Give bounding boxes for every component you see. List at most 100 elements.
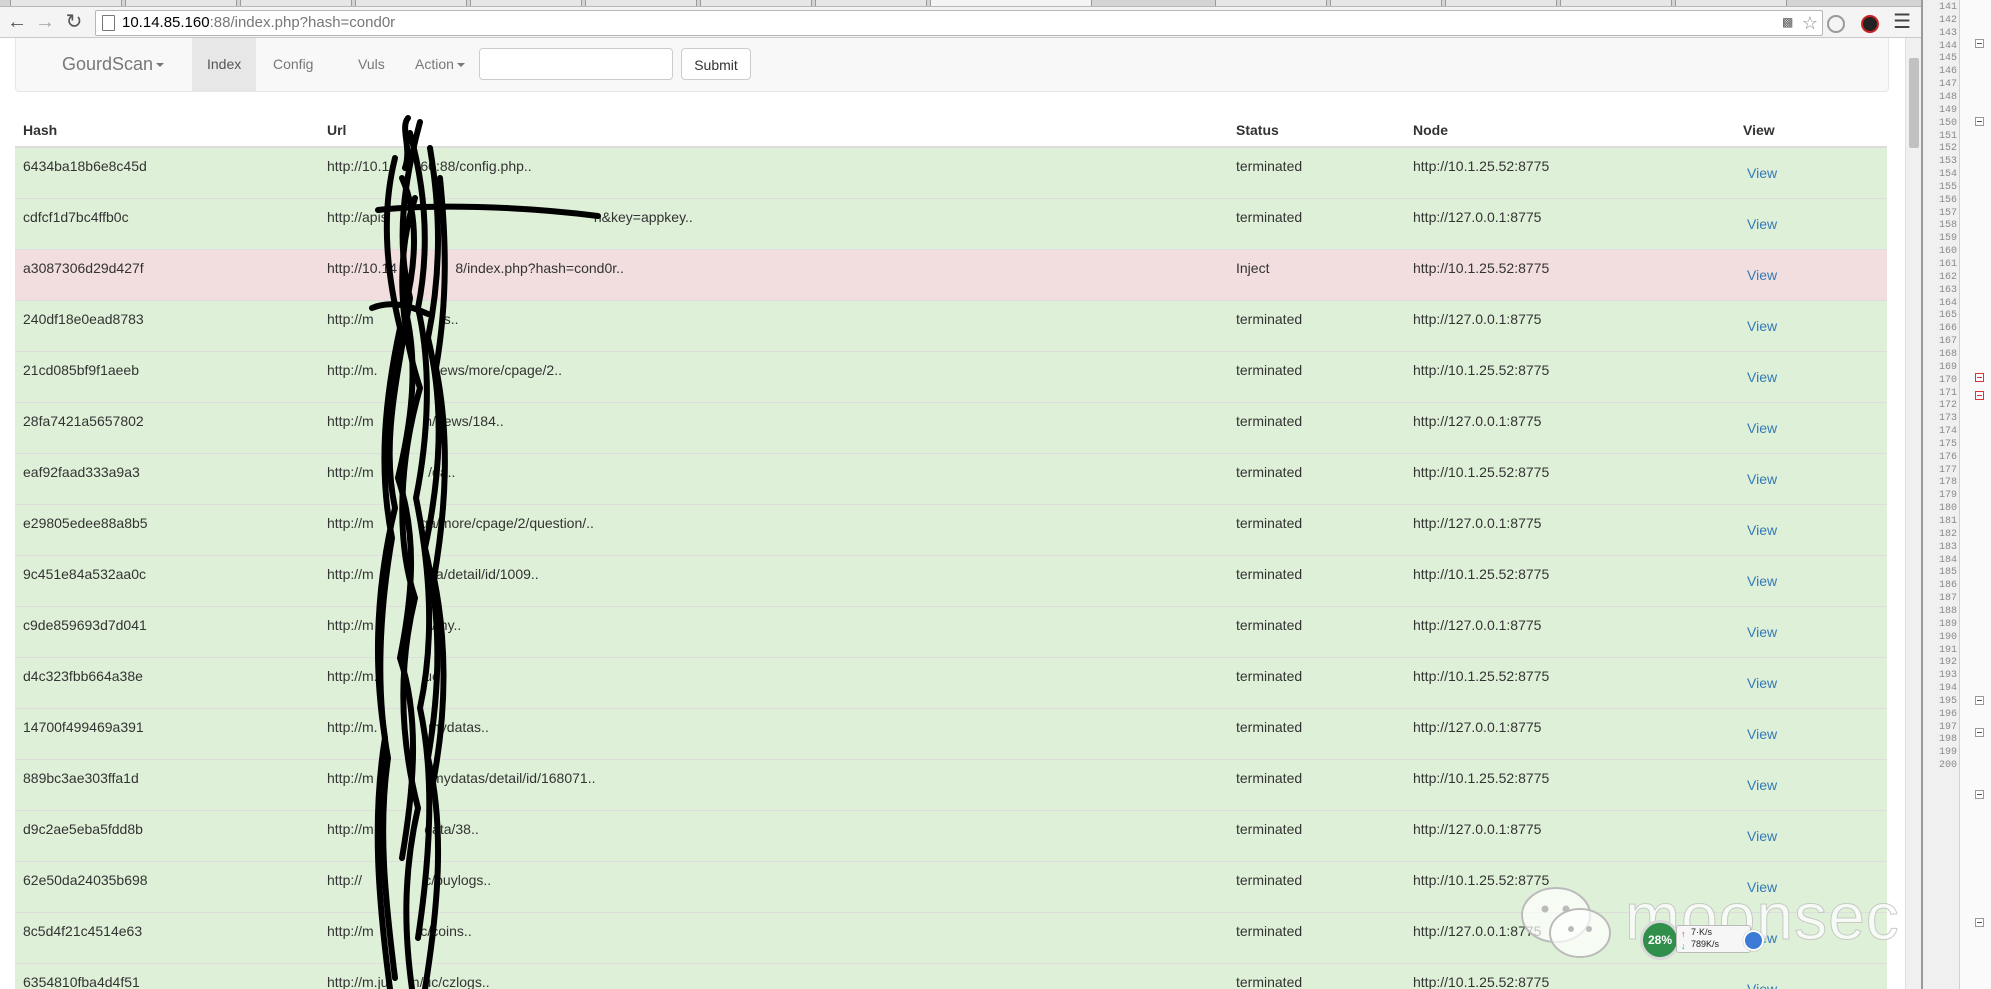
table-row: d4c323fbb664a38e http://m. uc terminated ht… [15,656,1887,708]
node-cell: http://127.0.0.1:8775 [1405,707,1735,759]
fold-marker-icon[interactable] [1975,728,1984,737]
page-scrollbar[interactable] [1905,38,1922,989]
status-cell: terminated [1228,146,1405,198]
table-body: 6434ba18b6e8c45d http://10.1 60:88/config… [15,146,1887,989]
extension-circle-icon[interactable] [1827,15,1845,33]
boost-icon[interactable] [1743,930,1764,951]
nav-config[interactable]: Config [258,38,328,91]
hash-cell: d9c2ae5eba5fdd8b [15,809,319,861]
browser-toolbar: ← → ↻ 10.14.85.160:88/index.php?hash=con… [0,7,1921,38]
back-arrow-icon[interactable]: ← [4,9,30,35]
url-cell: http://m. news/more/cpage/2.. [319,350,1228,402]
line-number: 148 [1938,91,1957,103]
view-link[interactable]: View [1747,369,1777,385]
line-number-gutter: 141 142 143 144 145 146 147 148 149 150 151 152 153 1… [1923,0,1960,989]
reload-icon[interactable]: ↻ [61,9,87,35]
column-header-status: Status [1228,113,1405,148]
nav-index[interactable]: Index [192,38,257,91]
browser-tab[interactable] [585,0,697,6]
fold-marker-icon[interactable] [1975,790,1984,799]
line-number: 177 [1938,464,1957,476]
brand-label: GourdScan [62,54,154,74]
view-link[interactable]: View [1747,471,1777,487]
nav-action-dropdown[interactable]: Action [400,38,480,91]
node-cell: http://10.1.25.52:8775 [1405,248,1735,300]
browser-tab[interactable] [355,0,467,6]
page-viewport: GourdScan Index Config Vuls Action Submi… [0,38,1905,989]
line-number: 192 [1938,657,1957,669]
node-cell: http://10.1.25.52:8775 [1405,350,1735,402]
view-link[interactable]: View [1747,828,1777,844]
browser-tab[interactable] [700,0,812,6]
browser-tab[interactable] [1675,0,1787,6]
view-link[interactable]: View [1747,573,1777,589]
status-cell: terminated [1228,656,1405,708]
status-cell: terminated [1228,197,1405,249]
fold-marker-icon[interactable] [1975,373,1984,382]
fold-marker-icon[interactable] [1975,391,1984,400]
line-number: 191 [1938,644,1957,656]
table-row: 9c451e84a532aa0c http://m qa/detail/id/10… [15,554,1887,606]
active-browser-tab[interactable] [930,0,1092,6]
view-link[interactable]: View [1747,420,1777,436]
view-link[interactable]: View [1747,267,1777,283]
view-link[interactable]: View [1747,216,1777,232]
scrollbar-thumb[interactable] [1909,58,1919,148]
line-number: 169 [1938,361,1957,373]
browser-tab[interactable] [470,0,582,6]
node-cell: http://127.0.0.1:8775 [1405,809,1735,861]
line-number: 159 [1938,233,1957,245]
bookmark-star-icon[interactable]: ☆ [1802,11,1818,35]
line-number: 160 [1938,246,1957,258]
fold-marker-icon[interactable] [1975,117,1984,126]
status-cell: terminated [1228,911,1405,963]
search-input[interactable] [479,48,673,80]
address-url[interactable]: 10.14.85.160:88/index.php?hash=cond0r [122,11,395,35]
node-cell: http://127.0.0.1:8775 [1405,605,1735,657]
view-link[interactable]: View [1747,726,1777,742]
hash-cell: 62e50da24035b698 [15,860,319,912]
node-cell: http://10.1.25.52:8775 [1405,656,1735,708]
view-cell: View [1735,248,1887,300]
line-number: 179 [1938,490,1957,502]
translate-icon[interactable]: ▩ [1782,15,1796,29]
browser-tab[interactable] [1330,0,1442,6]
hamburger-menu-icon[interactable]: ☰ [1893,7,1911,37]
brand-dropdown[interactable]: GourdScan [62,38,165,91]
browser-tab[interactable] [1215,0,1327,6]
page-icon [102,15,115,31]
table-row: a3087306d29d427f http://10.14 8/index.php… [15,248,1887,300]
address-bar[interactable]: 10.14.85.160:88/index.php?hash=cond0r ▩ … [95,10,1823,36]
nav-vuls[interactable]: Vuls [343,38,400,91]
view-link[interactable]: View [1747,318,1777,334]
fold-marker-icon[interactable] [1975,696,1984,705]
forward-arrow-icon[interactable]: → [32,9,58,35]
line-number: 162 [1938,271,1957,283]
browser-tab[interactable] [240,0,352,6]
hash-cell: 28fa7421a5657802 [15,401,319,453]
fold-marker-icon[interactable] [1975,918,1984,927]
browser-tab[interactable] [10,0,122,6]
extension-shield-icon[interactable] [1861,15,1879,33]
submit-button[interactable]: Submit [681,48,751,80]
browser-tab[interactable] [815,0,927,6]
browser-tab[interactable] [1560,0,1672,6]
view-link[interactable]: View [1747,522,1777,538]
node-cell: http://10.1.25.52:8775 [1405,554,1735,606]
line-number: 184 [1938,554,1957,566]
browser-tab[interactable] [125,0,237,6]
view-cell: View [1735,962,1887,989]
status-cell: terminated [1228,962,1405,989]
speed-panel: ↑ ↓ 7·K/s 789K/s [1676,925,1751,953]
view-link[interactable]: View [1747,624,1777,640]
view-link[interactable]: View [1747,777,1777,793]
network-monitor-widget[interactable]: 28% ↑ ↓ 7·K/s 789K/s [1640,920,1765,962]
view-link[interactable]: View [1747,165,1777,181]
browser-tab[interactable] [1445,0,1557,6]
line-number: 172 [1938,400,1957,412]
view-link[interactable]: View [1747,675,1777,691]
view-cell: View [1735,350,1887,402]
url-cell: http://m qa/detail/id/1009.. [319,554,1228,606]
view-link[interactable]: View [1747,981,1777,989]
fold-marker-icon[interactable] [1975,39,1984,48]
